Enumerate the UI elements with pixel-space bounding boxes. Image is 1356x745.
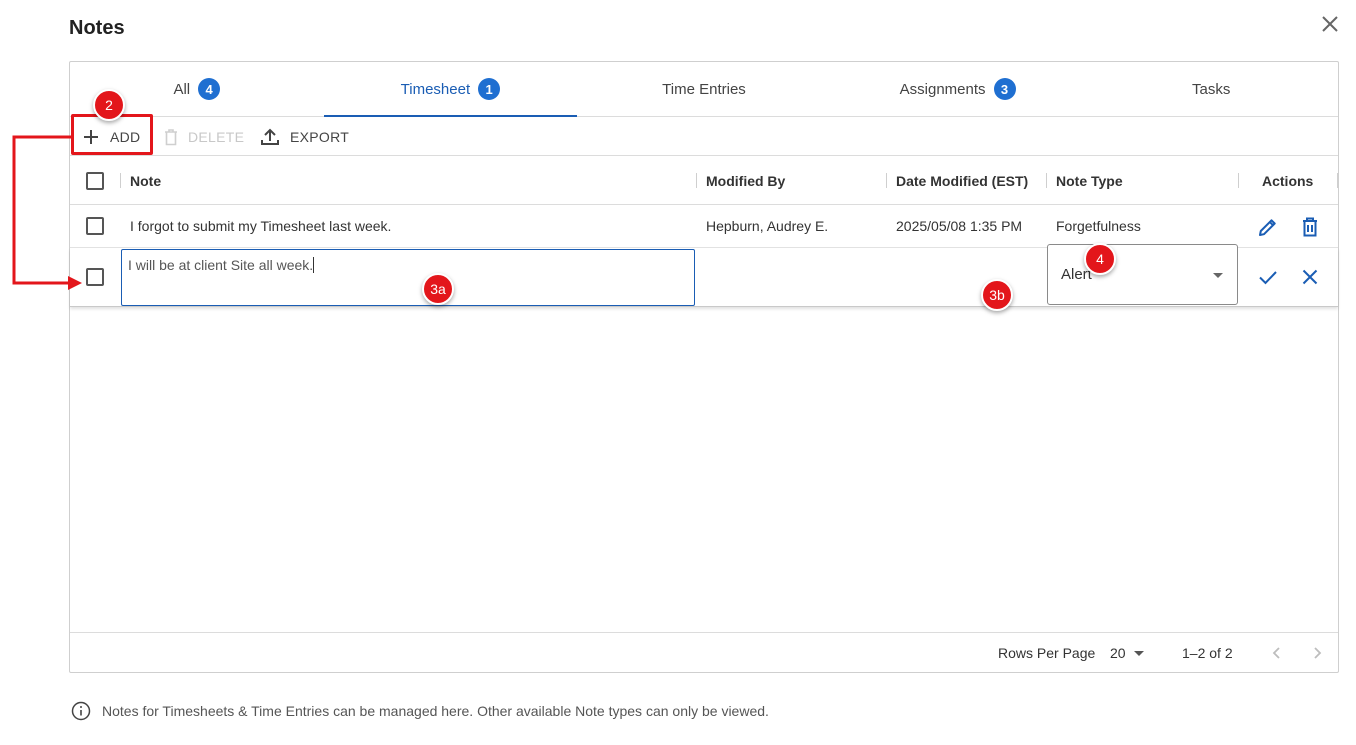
step-marker: 3b: [981, 279, 1013, 311]
info-note: Notes for Timesheets & Time Entries can …: [71, 701, 769, 721]
info-text: Notes for Timesheets & Time Entries can …: [102, 703, 769, 719]
annotation-arrow: [12, 135, 82, 290]
step-marker: 3a: [422, 273, 454, 305]
step-marker: 4: [1084, 243, 1116, 275]
info-icon: [71, 701, 91, 721]
step-marker: 2: [93, 89, 125, 121]
